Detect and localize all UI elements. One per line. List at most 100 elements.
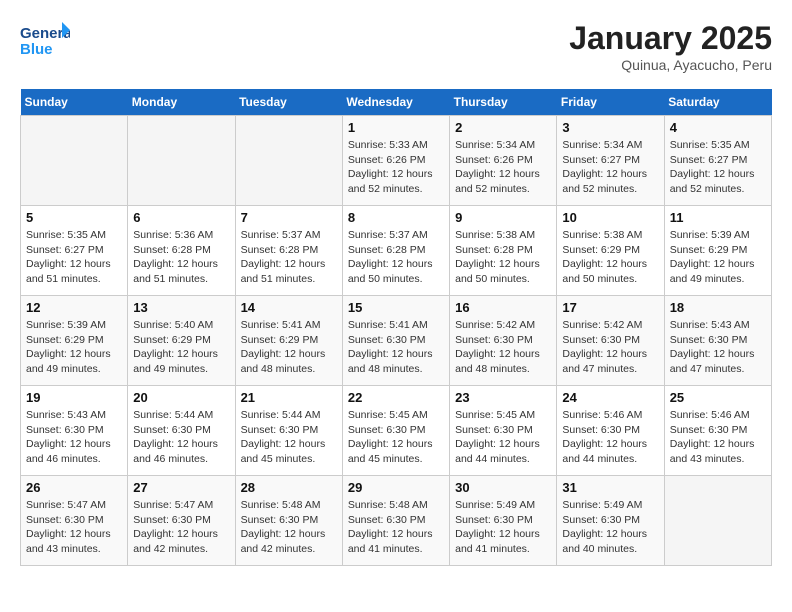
day-info: Sunrise: 5:45 AM Sunset: 6:30 PM Dayligh… xyxy=(348,408,444,467)
location-subtitle: Quinua, Ayacucho, Peru xyxy=(569,57,772,73)
day-info: Sunrise: 5:35 AM Sunset: 6:27 PM Dayligh… xyxy=(26,228,122,287)
weekday-header-sunday: Sunday xyxy=(21,89,128,116)
day-number: 6 xyxy=(133,210,229,225)
calendar-cell: 28 Sunrise: 5:48 AM Sunset: 6:30 PM Dayli… xyxy=(235,476,342,566)
day-number: 1 xyxy=(348,120,444,135)
day-info: Sunrise: 5:33 AM Sunset: 6:26 PM Dayligh… xyxy=(348,138,444,197)
calendar-cell: 6 Sunrise: 5:36 AM Sunset: 6:28 PM Daylig… xyxy=(128,206,235,296)
calendar-cell: 15 Sunrise: 5:41 AM Sunset: 6:30 PM Dayli… xyxy=(342,296,449,386)
weekday-header-monday: Monday xyxy=(128,89,235,116)
day-info: Sunrise: 5:41 AM Sunset: 6:29 PM Dayligh… xyxy=(241,318,337,377)
day-number: 17 xyxy=(562,300,658,315)
calendar-cell: 5 Sunrise: 5:35 AM Sunset: 6:27 PM Daylig… xyxy=(21,206,128,296)
day-info: Sunrise: 5:44 AM Sunset: 6:30 PM Dayligh… xyxy=(133,408,229,467)
day-info: Sunrise: 5:35 AM Sunset: 6:27 PM Dayligh… xyxy=(670,138,766,197)
day-info: Sunrise: 5:37 AM Sunset: 6:28 PM Dayligh… xyxy=(348,228,444,287)
calendar-cell: 22 Sunrise: 5:45 AM Sunset: 6:30 PM Dayli… xyxy=(342,386,449,476)
calendar-cell: 8Sunrise: 5:37 AM Sunset: 6:28 PM Daylig… xyxy=(342,206,449,296)
day-info: Sunrise: 5:43 AM Sunset: 6:30 PM Dayligh… xyxy=(670,318,766,377)
day-info: Sunrise: 5:46 AM Sunset: 6:30 PM Dayligh… xyxy=(670,408,766,467)
day-info: Sunrise: 5:40 AM Sunset: 6:29 PM Dayligh… xyxy=(133,318,229,377)
day-number: 4 xyxy=(670,120,766,135)
calendar-week-2: 5 Sunrise: 5:35 AM Sunset: 6:27 PM Daylig… xyxy=(21,206,772,296)
day-number: 15 xyxy=(348,300,444,315)
calendar-cell: 24Sunrise: 5:46 AM Sunset: 6:30 PM Dayli… xyxy=(557,386,664,476)
calendar-week-5: 26 Sunrise: 5:47 AM Sunset: 6:30 PM Dayli… xyxy=(21,476,772,566)
day-info: Sunrise: 5:42 AM Sunset: 6:30 PM Dayligh… xyxy=(562,318,658,377)
calendar-cell xyxy=(664,476,771,566)
calendar-cell xyxy=(128,116,235,206)
calendar-cell: 27 Sunrise: 5:47 AM Sunset: 6:30 PM Dayli… xyxy=(128,476,235,566)
logo: General Blue xyxy=(20,20,70,60)
calendar-cell: 3 Sunrise: 5:34 AM Sunset: 6:27 PM Daylig… xyxy=(557,116,664,206)
day-number: 20 xyxy=(133,390,229,405)
day-number: 10 xyxy=(562,210,658,225)
day-info: Sunrise: 5:38 AM Sunset: 6:29 PM Dayligh… xyxy=(562,228,658,287)
weekday-header-saturday: Saturday xyxy=(664,89,771,116)
day-number: 23 xyxy=(455,390,551,405)
weekday-header-wednesday: Wednesday xyxy=(342,89,449,116)
day-info: Sunrise: 5:37 AM Sunset: 6:28 PM Dayligh… xyxy=(241,228,337,287)
day-number: 22 xyxy=(348,390,444,405)
day-info: Sunrise: 5:48 AM Sunset: 6:30 PM Dayligh… xyxy=(348,498,444,557)
calendar-cell: 30 Sunrise: 5:49 AM Sunset: 6:30 PM Dayli… xyxy=(450,476,557,566)
calendar-cell: 21Sunrise: 5:44 AM Sunset: 6:30 PM Dayli… xyxy=(235,386,342,476)
page-header: General Blue January 2025 Quinua, Ayacuc… xyxy=(20,20,772,73)
calendar-cell: 20 Sunrise: 5:44 AM Sunset: 6:30 PM Dayli… xyxy=(128,386,235,476)
day-number: 13 xyxy=(133,300,229,315)
calendar-cell: 9 Sunrise: 5:38 AM Sunset: 6:28 PM Daylig… xyxy=(450,206,557,296)
day-number: 31 xyxy=(562,480,658,495)
day-number: 3 xyxy=(562,120,658,135)
day-info: Sunrise: 5:42 AM Sunset: 6:30 PM Dayligh… xyxy=(455,318,551,377)
calendar-cell: 19Sunrise: 5:43 AM Sunset: 6:30 PM Dayli… xyxy=(21,386,128,476)
calendar-cell: 29Sunrise: 5:48 AM Sunset: 6:30 PM Dayli… xyxy=(342,476,449,566)
title-block: January 2025 Quinua, Ayacucho, Peru xyxy=(569,20,772,73)
day-number: 28 xyxy=(241,480,337,495)
weekday-header-friday: Friday xyxy=(557,89,664,116)
weekday-header-thursday: Thursday xyxy=(450,89,557,116)
day-number: 21 xyxy=(241,390,337,405)
calendar-week-3: 12Sunrise: 5:39 AM Sunset: 6:29 PM Dayli… xyxy=(21,296,772,386)
day-info: Sunrise: 5:41 AM Sunset: 6:30 PM Dayligh… xyxy=(348,318,444,377)
calendar-cell: 11 Sunrise: 5:39 AM Sunset: 6:29 PM Dayli… xyxy=(664,206,771,296)
day-info: Sunrise: 5:49 AM Sunset: 6:30 PM Dayligh… xyxy=(455,498,551,557)
day-number: 18 xyxy=(670,300,766,315)
day-number: 7 xyxy=(241,210,337,225)
svg-text:Blue: Blue xyxy=(20,41,53,58)
calendar-cell: 26 Sunrise: 5:47 AM Sunset: 6:30 PM Dayli… xyxy=(21,476,128,566)
month-title: January 2025 xyxy=(569,20,772,57)
calendar-cell: 7 Sunrise: 5:37 AM Sunset: 6:28 PM Daylig… xyxy=(235,206,342,296)
day-number: 12 xyxy=(26,300,122,315)
day-number: 25 xyxy=(670,390,766,405)
day-number: 9 xyxy=(455,210,551,225)
calendar-cell: 17 Sunrise: 5:42 AM Sunset: 6:30 PM Dayli… xyxy=(557,296,664,386)
day-number: 11 xyxy=(670,210,766,225)
calendar-cell: 4 Sunrise: 5:35 AM Sunset: 6:27 PM Daylig… xyxy=(664,116,771,206)
day-info: Sunrise: 5:43 AM Sunset: 6:30 PM Dayligh… xyxy=(26,408,122,467)
calendar-cell: 16Sunrise: 5:42 AM Sunset: 6:30 PM Dayli… xyxy=(450,296,557,386)
day-info: Sunrise: 5:47 AM Sunset: 6:30 PM Dayligh… xyxy=(133,498,229,557)
day-number: 26 xyxy=(26,480,122,495)
day-info: Sunrise: 5:34 AM Sunset: 6:26 PM Dayligh… xyxy=(455,138,551,197)
day-info: Sunrise: 5:36 AM Sunset: 6:28 PM Dayligh… xyxy=(133,228,229,287)
day-number: 14 xyxy=(241,300,337,315)
day-info: Sunrise: 5:34 AM Sunset: 6:27 PM Dayligh… xyxy=(562,138,658,197)
calendar-cell: 13 Sunrise: 5:40 AM Sunset: 6:29 PM Dayli… xyxy=(128,296,235,386)
calendar-cell: 23 Sunrise: 5:45 AM Sunset: 6:30 PM Dayli… xyxy=(450,386,557,476)
day-info: Sunrise: 5:38 AM Sunset: 6:28 PM Dayligh… xyxy=(455,228,551,287)
day-info: Sunrise: 5:46 AM Sunset: 6:30 PM Dayligh… xyxy=(562,408,658,467)
day-number: 30 xyxy=(455,480,551,495)
calendar-week-4: 19Sunrise: 5:43 AM Sunset: 6:30 PM Dayli… xyxy=(21,386,772,476)
day-info: Sunrise: 5:47 AM Sunset: 6:30 PM Dayligh… xyxy=(26,498,122,557)
day-info: Sunrise: 5:48 AM Sunset: 6:30 PM Dayligh… xyxy=(241,498,337,557)
day-number: 5 xyxy=(26,210,122,225)
day-info: Sunrise: 5:45 AM Sunset: 6:30 PM Dayligh… xyxy=(455,408,551,467)
calendar-cell: 12Sunrise: 5:39 AM Sunset: 6:29 PM Dayli… xyxy=(21,296,128,386)
calendar-cell: 14 Sunrise: 5:41 AM Sunset: 6:29 PM Dayli… xyxy=(235,296,342,386)
calendar-cell: 25 Sunrise: 5:46 AM Sunset: 6:30 PM Dayli… xyxy=(664,386,771,476)
calendar-cell: 1 Sunrise: 5:33 AM Sunset: 6:26 PM Daylig… xyxy=(342,116,449,206)
day-number: 27 xyxy=(133,480,229,495)
calendar-cell: 18 Sunrise: 5:43 AM Sunset: 6:30 PM Dayli… xyxy=(664,296,771,386)
day-info: Sunrise: 5:39 AM Sunset: 6:29 PM Dayligh… xyxy=(670,228,766,287)
calendar-cell: 2Sunrise: 5:34 AM Sunset: 6:26 PM Daylig… xyxy=(450,116,557,206)
